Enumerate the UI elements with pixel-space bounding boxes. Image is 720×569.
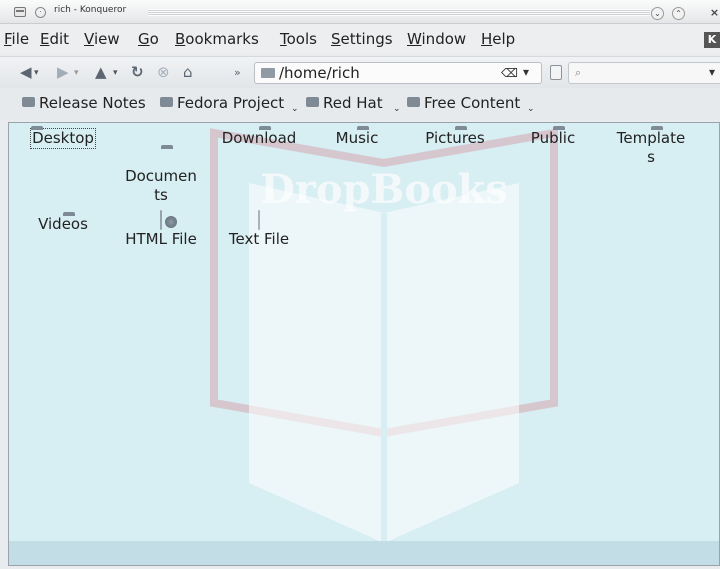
up-icon[interactable]: ▲	[95, 63, 107, 81]
file-label: Desktop	[30, 128, 96, 149]
menu-tools[interactable]: Tools	[280, 30, 317, 48]
bookmark-folder-icon	[306, 97, 319, 107]
title-bar: · rich - Konqueror ⌄ ⌃ ×	[0, 0, 720, 24]
menu-window[interactable]: Window	[407, 30, 466, 48]
search-dropdown-icon[interactable]: ▾	[709, 65, 715, 79]
menu-settings[interactable]: Settings	[331, 30, 393, 48]
home-icon[interactable]: ⌂	[183, 63, 193, 81]
location-field[interactable]: /home/rich ⌫ ▾	[254, 62, 542, 84]
menu-view[interactable]: View	[84, 30, 120, 48]
file-label: Template s	[616, 129, 686, 166]
file-item-desktop[interactable]: Desktop	[21, 128, 105, 149]
bookmark-icon	[22, 97, 35, 107]
file-label: Documen ts	[125, 167, 197, 204]
file-item-pictures[interactable]: Pictures	[413, 129, 497, 148]
bookmarks-toolbar: Release Notes Fedora Project ⌄ Red Hat ⌄…	[0, 88, 720, 120]
forward-dropdown-icon[interactable]: ▾	[74, 68, 79, 78]
location-toolbar: ◀ ▾ ▶ ▾ ▲ ▾ ↻ ⊗ ⌂ » /home/rich ⌫ ▾ ⌕ ▾	[0, 56, 720, 88]
menu-help[interactable]: Help	[481, 30, 515, 48]
bookmark-folder-icon	[407, 97, 420, 107]
sticky-icon[interactable]: ·	[35, 7, 46, 18]
file-label: Music	[335, 129, 379, 147]
view-bottom-band	[9, 541, 719, 565]
file-item-music[interactable]: Music	[315, 129, 399, 148]
bookmark-fedora-dropdown-icon[interactable]: ⌄	[291, 104, 299, 114]
clipboard-icon[interactable]	[550, 65, 562, 80]
watermark-text: DropBooks	[260, 166, 508, 213]
bookmark-redhat-dropdown-icon[interactable]: ⌄	[393, 104, 401, 114]
up-dropdown-icon[interactable]: ▾	[113, 68, 118, 78]
dropbooks-watermark: DropBooks	[210, 128, 558, 543]
html-file-icon	[160, 210, 162, 230]
file-item-templates[interactable]: Template s	[609, 129, 693, 167]
maximize-button[interactable]: ⌃	[672, 7, 685, 20]
bookmark-free-content[interactable]: Free Content	[407, 94, 520, 112]
overflow-icon[interactable]: »	[234, 66, 241, 79]
file-label: Text File	[228, 230, 290, 248]
menu-edit[interactable]: Edit	[40, 30, 69, 48]
konqueror-window: · rich - Konqueror ⌄ ⌃ × File Edit View …	[0, 0, 720, 569]
file-item-download[interactable]: Download	[217, 129, 301, 148]
kde-logo-icon: K	[704, 32, 720, 48]
forward-icon[interactable]: ▶	[57, 63, 69, 81]
file-label: Download	[221, 129, 297, 147]
menu-bookmarks[interactable]: Bookmarks	[175, 30, 259, 48]
bookmark-folder-icon	[160, 97, 173, 107]
file-label: Videos	[38, 215, 88, 233]
file-label: Pictures	[425, 129, 485, 147]
minimize-button[interactable]: ⌄	[651, 7, 664, 20]
menu-file[interactable]: File	[4, 30, 29, 48]
search-field[interactable]: ⌕ ▾	[568, 62, 720, 84]
location-url: /home/rich	[279, 64, 360, 82]
file-item-text-file[interactable]: Text File	[217, 210, 301, 249]
menu-go[interactable]: Go	[138, 30, 159, 48]
file-label: HTML File	[125, 230, 197, 248]
title-grip	[148, 9, 650, 16]
file-view[interactable]: DropBooks Desktop Documen ts Download Mu…	[8, 122, 720, 566]
window-menu-icon[interactable]	[14, 7, 26, 17]
clear-location-icon[interactable]: ⌫	[501, 66, 518, 80]
bookmark-freecontent-dropdown-icon[interactable]: ⌄	[527, 104, 535, 114]
bookmark-red-hat[interactable]: Red Hat	[306, 94, 383, 112]
file-item-html-file[interactable]: HTML File	[119, 210, 203, 249]
back-icon[interactable]: ◀	[20, 63, 32, 81]
menu-bar: File Edit View Go Bookmarks Tools Settin…	[0, 24, 720, 54]
bookmark-release-notes[interactable]: Release Notes	[22, 94, 146, 112]
close-button[interactable]: ×	[708, 7, 720, 20]
back-dropdown-icon[interactable]: ▾	[34, 68, 39, 78]
file-item-videos[interactable]: Videos	[21, 215, 105, 234]
window-title: rich - Konqueror	[54, 5, 127, 15]
stop-icon[interactable]: ⊗	[157, 63, 170, 81]
reload-icon[interactable]: ↻	[131, 63, 144, 81]
text-file-icon	[258, 210, 260, 230]
location-dropdown-icon[interactable]: ▾	[523, 65, 529, 79]
file-label: Public	[530, 129, 576, 147]
bookmark-fedora-project[interactable]: Fedora Project	[160, 94, 284, 112]
file-item-public[interactable]: Public	[511, 129, 595, 148]
search-provider-icon[interactable]: ⌕	[575, 66, 581, 80]
folder-small-icon	[261, 68, 275, 78]
